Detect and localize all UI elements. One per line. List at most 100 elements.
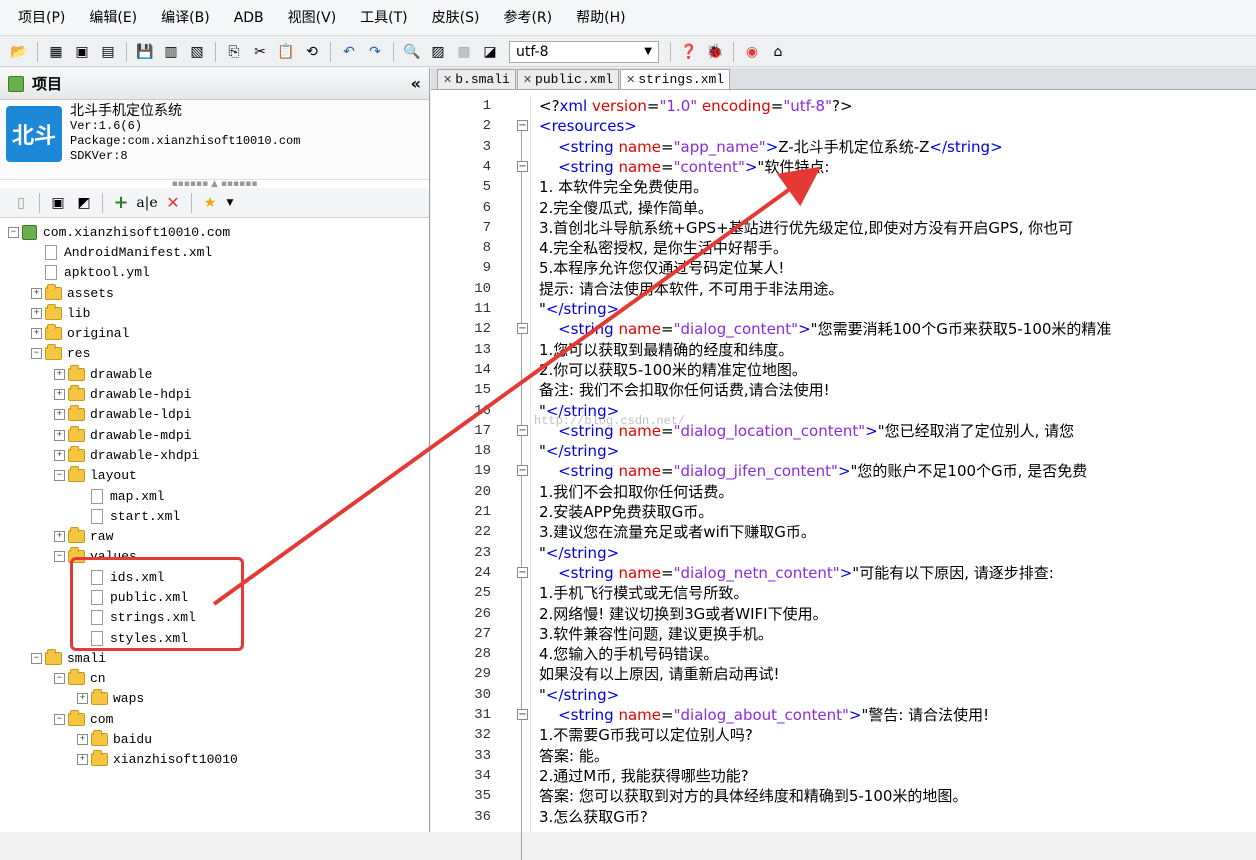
fold-toggle-icon[interactable]: − (517, 120, 528, 132)
expand-icon[interactable]: + (31, 328, 42, 340)
code-line[interactable]: 3.建议您在流量充足或者wifi下赚取G币。 (539, 522, 816, 542)
code-line[interactable]: 5.本程序允许您仅通过号码定位某人! (539, 258, 784, 278)
code-line[interactable]: 3.首创北斗导航系统+GPS+基站进行优先级定位,即使对方没有开启GPS, 你也… (539, 218, 1073, 238)
code-line[interactable]: 答案: 您可以获取到对方的具体经纬度和精确到5-100米的地图。 (539, 786, 967, 806)
fold-toggle-icon[interactable]: − (517, 465, 528, 477)
decompile-icon[interactable]: ▦ (45, 41, 67, 63)
code-line[interactable]: 3.软件兼容性问题, 建议更换手机。 (539, 624, 773, 644)
fold-toggle-icon[interactable]: − (517, 709, 528, 720)
undo-icon[interactable]: ↶ (338, 41, 360, 63)
menu-item[interactable]: 编辑(E) (77, 0, 149, 36)
build-icon[interactable]: ▣ (71, 41, 93, 63)
copy-icon[interactable]: ⎘ (223, 41, 245, 63)
locate-icon[interactable]: ◩ (73, 192, 95, 214)
paste-icon[interactable]: 📋 (275, 41, 297, 63)
favorite-icon[interactable]: ★ (199, 192, 221, 214)
redo-icon[interactable]: ↷ (364, 41, 386, 63)
code-area[interactable]: 1 <?xml version="1.0" encoding="utf-8"?> 2… (431, 96, 1256, 860)
menu-item[interactable]: 编译(B) (149, 0, 222, 36)
tree-item[interactable]: + original (0, 323, 429, 343)
expand-icon[interactable]: + (54, 429, 65, 441)
cut-icon[interactable]: ✂ (249, 41, 271, 63)
close-icon[interactable]: ✕ (443, 73, 452, 87)
collapse-icon[interactable]: − (54, 551, 65, 563)
collapse-icon[interactable]: − (54, 713, 65, 725)
collapse-icon[interactable]: − (54, 470, 65, 482)
tree-item[interactable]: + raw (0, 526, 429, 546)
menu-item[interactable]: 工具(T) (348, 0, 419, 36)
weibo-icon[interactable]: ◉ (741, 41, 763, 63)
replace-icon[interactable]: ⟲ (301, 41, 323, 63)
code-line[interactable]: 2.安装APP免费获取G币。 (539, 502, 713, 522)
save-as-icon[interactable]: ▧ (186, 41, 208, 63)
delete-icon[interactable]: ✕ (162, 192, 184, 214)
code-line[interactable]: 1.我们不会扣取你任何话费。 (539, 482, 733, 502)
splitter-grip[interactable]: ▪▪▪▪▪▪ ▲ ▪▪▪▪▪▪ (0, 180, 429, 189)
chevron-down-icon[interactable]: ▼ (225, 192, 235, 214)
code-line[interactable]: 提示: 请合法使用本软件, 不可用于非法用途。 (539, 279, 843, 299)
tree-item[interactable]: − smali (0, 648, 429, 668)
collapse-icon[interactable]: − (8, 226, 19, 238)
code-line[interactable]: 1.您可以获取到最精确的经度和纬度。 (539, 340, 793, 360)
expand-icon[interactable]: + (31, 307, 42, 319)
tree-item[interactable]: + lib (0, 303, 429, 323)
tree-item[interactable]: apktool.yml (0, 263, 429, 283)
tree-item[interactable]: + assets (0, 283, 429, 303)
menu-item[interactable]: 项目(P) (6, 0, 77, 36)
fold-toggle-icon[interactable]: − (517, 566, 528, 578)
tree-item[interactable]: − res (0, 344, 429, 364)
add-icon[interactable]: + (110, 192, 132, 214)
rename-icon[interactable]: a|e (136, 192, 158, 214)
collapse-icon[interactable]: − (31, 652, 42, 664)
tree-item[interactable]: − com.xianzhisoft10010.com (0, 222, 429, 242)
menu-item[interactable]: 皮肤(S) (420, 0, 492, 36)
code-line[interactable]: <string name="dialog_content">"您需要消耗100个… (539, 319, 1111, 339)
image-icon[interactable]: ▨ (427, 41, 449, 63)
tree-item[interactable]: + waps (0, 689, 429, 709)
expand-icon[interactable]: + (77, 754, 88, 766)
fold-toggle-icon[interactable]: − (517, 323, 528, 335)
expand-icon[interactable]: + (77, 693, 88, 705)
blank-doc-icon[interactable]: ▯ (10, 192, 32, 214)
code-line[interactable]: 备注: 我们不会扣取你任何话费,请合法使用! (539, 380, 830, 400)
code-line[interactable]: 4.您输入的手机号码错误。 (539, 644, 718, 664)
code-line[interactable]: <string name="content">"软件特点: (539, 157, 829, 177)
fold-toggle-icon[interactable]: − (517, 160, 528, 172)
code-line[interactable]: 3.怎么获取G币? (539, 807, 648, 827)
code-line[interactable]: 1.手机飞行模式或无信号所致。 (539, 583, 748, 603)
code-line[interactable]: 2.网络慢! 建议切换到3G或者WIFI下使用。 (539, 604, 828, 624)
expand-icon[interactable]: + (54, 389, 65, 401)
close-icon[interactable]: ✕ (626, 73, 635, 87)
tree-item[interactable]: − com (0, 709, 429, 729)
save-icon[interactable]: 💾 (134, 41, 156, 63)
expand-icon[interactable]: + (54, 409, 65, 421)
tree-item[interactable]: map.xml (0, 486, 429, 506)
editor-tab[interactable]: ✕ strings.xml (620, 69, 731, 89)
tree-item[interactable]: + drawable-ldpi (0, 405, 429, 425)
editor-tab[interactable]: ✕ b.smali (437, 69, 516, 89)
editor-tab[interactable]: ✕ public.xml (516, 69, 620, 89)
collapse-icon[interactable]: − (31, 348, 42, 360)
home-icon[interactable]: ⌂ (767, 41, 789, 63)
code-line[interactable]: 4.完全私密授权, 是你生活中好帮手。 (539, 238, 788, 258)
code-line[interactable]: 1.不需要G币我可以定位别人吗? (539, 725, 753, 745)
tree-item[interactable]: start.xml (0, 506, 429, 526)
find-icon[interactable]: 🔍 (401, 41, 423, 63)
code-line[interactable]: <string name="dialog_netn_content">"可能有以… (539, 563, 1054, 583)
code-line[interactable]: 答案: 能。 (539, 746, 609, 766)
code-line[interactable]: <?xml version="1.0" encoding="utf-8"?> (539, 96, 853, 116)
fold-toggle-icon[interactable]: − (517, 424, 528, 436)
code-line[interactable]: 2.通过M币, 我能获得哪些功能? (539, 766, 749, 786)
expand-icon[interactable]: + (31, 287, 42, 299)
help-icon[interactable]: ❓ (678, 41, 700, 63)
code-line[interactable]: "</string> (539, 685, 619, 705)
tree-item[interactable]: + baidu (0, 729, 429, 749)
menu-item[interactable]: ADB (222, 0, 276, 36)
open-file-icon[interactable]: ▣ (47, 192, 69, 214)
encoding-select[interactable]: utf-8 ▼ (509, 40, 659, 63)
code-line[interactable]: 如果没有以上原因, 请重新启动再试! (539, 664, 780, 684)
expand-icon[interactable]: + (54, 531, 65, 543)
tree-item[interactable]: + drawable-mdpi (0, 425, 429, 445)
code-line[interactable]: "</string> (539, 299, 619, 319)
tree-item[interactable]: + xianzhisoft10010 (0, 750, 429, 770)
